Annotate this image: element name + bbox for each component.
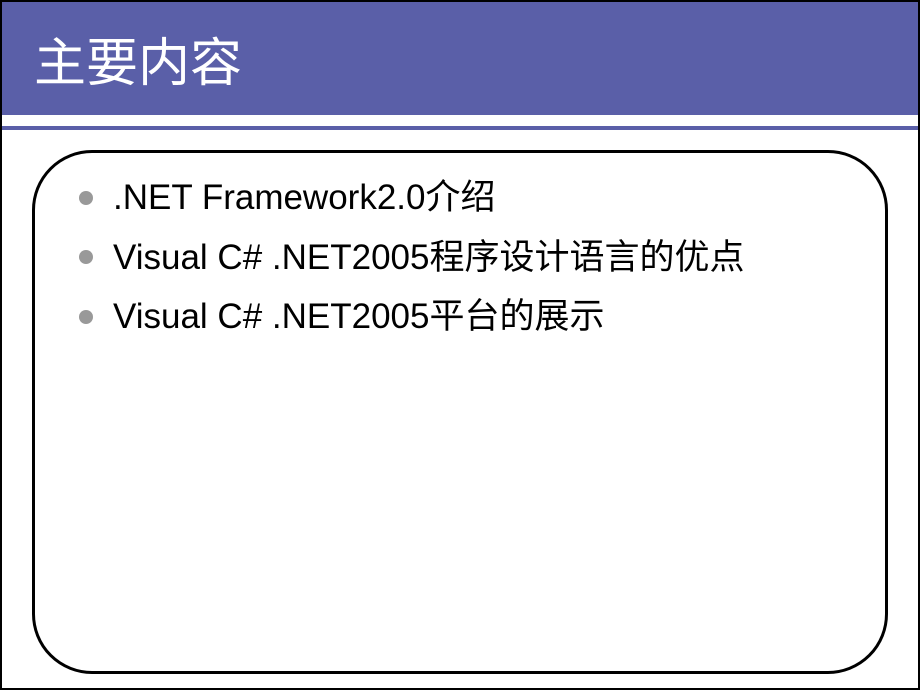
slide-title: 主要内容 <box>34 21 242 96</box>
content-box: .NET Framework2.0介绍 Visual C# .NET2005程序… <box>32 150 888 674</box>
bullet-list: .NET Framework2.0介绍 Visual C# .NET2005程序… <box>79 175 845 340</box>
divider-line <box>2 126 918 130</box>
bullet-text: Visual C# .NET2005平台的展示 <box>113 294 604 340</box>
bullet-text: Visual C# .NET2005程序设计语言的优点 <box>113 235 744 281</box>
list-item: .NET Framework2.0介绍 <box>79 175 845 221</box>
bullet-icon <box>79 310 93 324</box>
bullet-icon <box>79 250 93 264</box>
list-item: Visual C# .NET2005平台的展示 <box>79 294 845 340</box>
title-band: 主要内容 <box>2 2 918 115</box>
content-area: .NET Framework2.0介绍 Visual C# .NET2005程序… <box>2 146 918 688</box>
slide-container: 主要内容 .NET Framework2.0介绍 Visual C# .NET2… <box>0 0 920 690</box>
bullet-icon <box>79 191 93 205</box>
bullet-text: .NET Framework2.0介绍 <box>113 175 496 221</box>
list-item: Visual C# .NET2005程序设计语言的优点 <box>79 235 845 281</box>
